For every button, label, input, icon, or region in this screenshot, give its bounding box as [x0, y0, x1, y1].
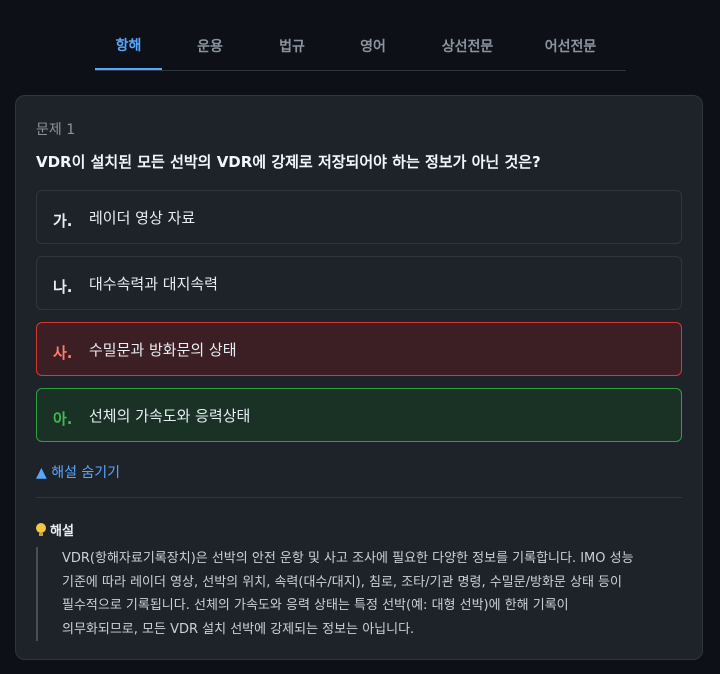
tab-fishing-specialty[interactable]: 어선전문: [515, 22, 626, 70]
question-text: VDR이 설치된 모든 선박의 VDR에 강제로 저장되어야 하는 정보가 아닌…: [36, 153, 541, 171]
option-text: 선체의 가속도와 응력상태: [89, 406, 251, 425]
tab-navigation[interactable]: 항해: [95, 22, 162, 70]
question-number: 문제 1: [36, 122, 76, 138]
lightbulb-icon: [36, 522, 46, 537]
explanation-body: VDR(항해자료기록장치)은 선박의 안전 운항 및 사고 조사에 필요한 다양…: [36, 547, 682, 641]
question-card: 문제 1 VDR이 설치된 모든 선박의 VDR에 강제로 저장되어야 하는 정…: [15, 95, 703, 660]
option-text: 대수속력과 대지속력: [89, 274, 218, 293]
option-letter: 가.: [53, 211, 73, 230]
explanation-title: 해설: [50, 524, 74, 539]
option-letter: 아.: [53, 409, 73, 428]
explanation-heading: 해설: [36, 520, 74, 539]
tab-merchant-specialty[interactable]: 상선전문: [420, 22, 515, 70]
tab-law[interactable]: 법규: [258, 22, 326, 70]
subject-tabs: 항해 운용 법규 영어 상선전문 어선전문: [95, 22, 626, 71]
divider: [36, 497, 682, 498]
answer-option-na[interactable]: 나. 대수속력과 대지속력: [36, 256, 682, 310]
answer-option-a-correct[interactable]: 아. 선체의 가속도와 응력상태: [36, 388, 682, 442]
explanation-line: 기준에 따라 레이더 영상, 선박의 위치, 속력(대수/대지), 침로, 조타…: [62, 574, 622, 590]
option-letter: 나.: [53, 277, 73, 296]
answer-option-sa-wrong[interactable]: 사. 수밀문과 방화문의 상태: [36, 322, 682, 376]
answer-option-ga[interactable]: 가. 레이더 영상 자료: [36, 190, 682, 244]
option-text: 수밀문과 방화문의 상태: [89, 340, 237, 359]
option-letter: 사.: [53, 343, 73, 362]
hide-explanation-toggle[interactable]: ▲ 해설 숨기기: [36, 462, 120, 482]
explanation-line: 의무화되므로, 모든 VDR 설치 선박에 강제되는 정보는 아닙니다.: [62, 621, 415, 637]
option-text: 레이더 영상 자료: [89, 208, 196, 227]
tab-english[interactable]: 영어: [326, 22, 420, 70]
explanation-line: VDR(항해자료기록장치)은 선박의 안전 운항 및 사고 조사에 필요한 다양…: [62, 551, 634, 566]
explanation-line: 필수적으로 기록됩니다. 선체의 가속도와 응력 상태는 특정 선박(예: 대형…: [62, 598, 569, 613]
tab-operation[interactable]: 운용: [162, 22, 258, 70]
